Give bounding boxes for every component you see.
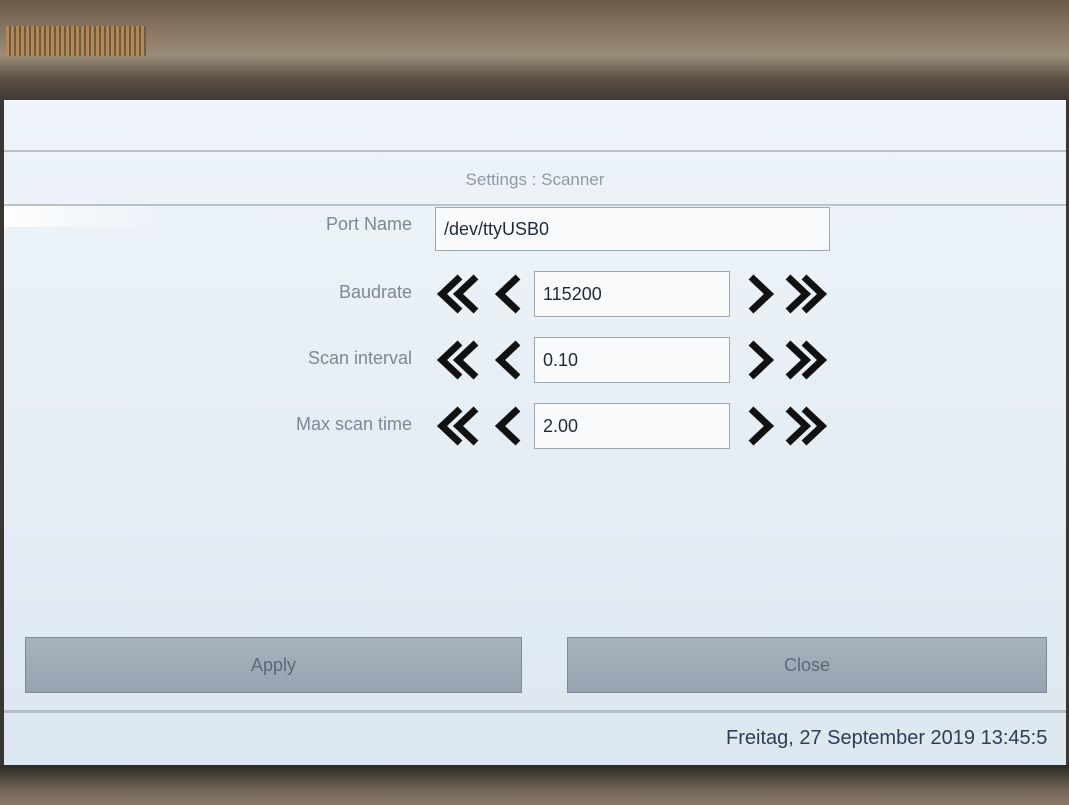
double-chevron-right-icon [785,340,828,380]
double-chevron-left-icon [436,274,479,314]
status-bar-divider [4,710,1066,713]
double-chevron-left-icon [436,340,479,380]
scan-interval-label: Scan interval [307,348,412,368]
double-chevron-left-icon [436,406,479,446]
monitor-bezel-bottom [0,765,1069,805]
title-divider-top [4,150,1066,154]
max-scan-time-label: Max scan time [295,414,412,434]
monitor-bezel-top [0,0,1069,100]
baudrate-decrement-small-button[interactable] [486,271,532,317]
max-scan-time-decrement-large-button[interactable] [434,403,480,449]
apply-button[interactable]: Apply [25,637,522,693]
port-name-label: Port Name [325,214,412,234]
screen: Settings : Scanner Port Name /dev/ttyUSB… [4,100,1066,766]
max-scan-time-field[interactable]: 2.00 [534,403,730,449]
double-chevron-right-icon [785,274,828,314]
chevron-left-icon [494,406,521,446]
close-button[interactable]: Close [567,637,1047,693]
baudrate-increment-small-button[interactable] [737,271,783,317]
chevron-left-icon [494,274,521,314]
double-chevron-right-icon [785,406,828,446]
scan-interval-decrement-large-button[interactable] [434,337,480,383]
scan-interval-increment-small-button[interactable] [737,337,783,383]
scan-interval-decrement-small-button[interactable] [486,337,532,383]
max-scan-time-increment-small-button[interactable] [737,403,783,449]
max-scan-time-increment-large-button[interactable] [784,403,830,449]
window-title: Settings : Scanner [465,170,605,189]
chevron-right-icon [748,406,775,446]
chevron-right-icon [748,274,775,314]
chevron-left-icon [494,340,521,380]
bezel-connector-strip [6,26,146,56]
baudrate-label: Baudrate [338,282,412,302]
status-datetime: Freitag, 27 September 2019 13:45:5 [726,727,1048,749]
scan-interval-field[interactable]: 0.10 [534,337,730,383]
title-divider-bottom [4,204,1066,206]
scan-interval-increment-large-button[interactable] [784,337,830,383]
port-name-field[interactable]: /dev/ttyUSB0 [435,207,830,251]
baudrate-field[interactable]: 115200 [534,271,730,317]
max-scan-time-decrement-small-button[interactable] [486,403,532,449]
chevron-right-icon [748,340,775,380]
baudrate-decrement-large-button[interactable] [434,271,480,317]
baudrate-increment-large-button[interactable] [784,271,830,317]
